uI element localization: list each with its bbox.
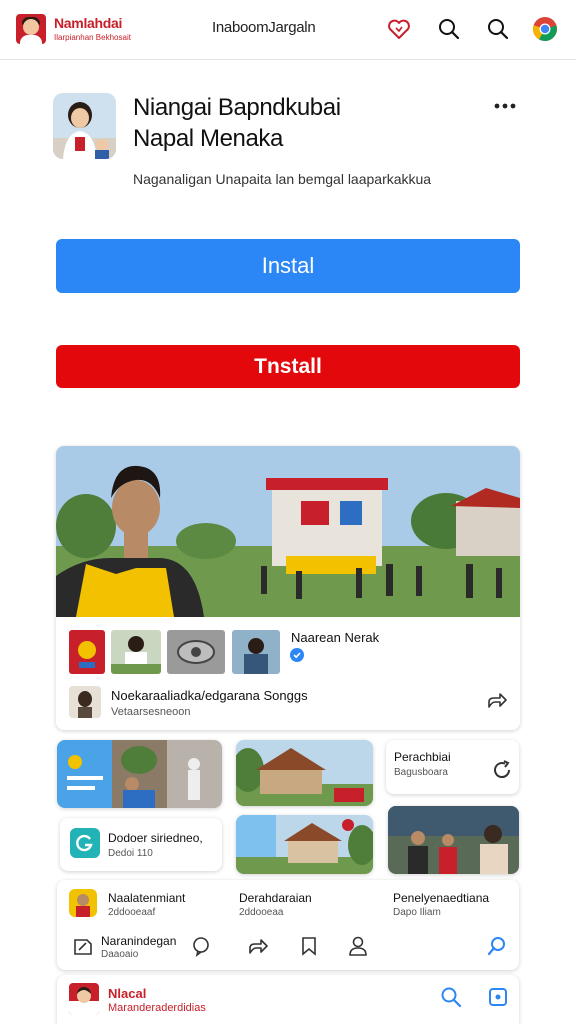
- column-subtitle: 2ddooeaaf: [108, 907, 156, 918]
- avatar[interactable]: [69, 889, 97, 917]
- feature-card[interactable]: Naarean Nerak Noekaraaliadka/edgarana So…: [56, 446, 520, 730]
- grid-card[interactable]: Perachbiai Bagusboara: [386, 740, 519, 794]
- column-title[interactable]: Naalatenmiant: [108, 891, 185, 905]
- search-icon[interactable]: [485, 934, 509, 958]
- search-icon[interactable]: [436, 16, 462, 42]
- nav-label[interactable]: Naranindegan: [101, 934, 176, 948]
- list-item-subtitle: Vetaarsesneoon: [111, 706, 191, 718]
- brand-name[interactable]: Namlahdai: [54, 15, 122, 31]
- search-icon[interactable]: [485, 16, 511, 42]
- strip-title: Naarean Nerak: [291, 630, 380, 645]
- thumbnail[interactable]: [69, 630, 105, 674]
- grid-card[interactable]: Dodoer siriedneo, Dedoi 110: [60, 818, 222, 871]
- search-icon[interactable]: [439, 985, 463, 1009]
- thumbnail[interactable]: [167, 630, 225, 674]
- share-icon[interactable]: [486, 689, 508, 711]
- chrome-icon[interactable]: [532, 16, 558, 42]
- list-item-title[interactable]: Noekaraaliadka/edgarana Songgs: [111, 688, 308, 703]
- bookmark-icon[interactable]: [297, 934, 321, 958]
- edit-icon[interactable]: [71, 934, 95, 958]
- card-title: Perachbiai: [394, 750, 451, 764]
- more-options-icon[interactable]: [490, 96, 520, 116]
- refresh-icon[interactable]: [490, 758, 511, 779]
- column-subtitle: Dapo Iliam: [393, 907, 441, 918]
- app-grid-icon[interactable]: [486, 985, 510, 1009]
- column-title[interactable]: Penelyenaedtiana: [393, 891, 489, 905]
- app-badge-icon: [70, 828, 100, 858]
- app-title-line2: Napal Menaka: [133, 125, 283, 152]
- install-button[interactable]: Instal: [56, 239, 520, 293]
- avatar[interactable]: [69, 686, 101, 718]
- app-icon: [53, 93, 116, 159]
- card-subtitle: Bagusboara: [394, 767, 448, 778]
- page-title: InaboomJargaln: [212, 19, 316, 36]
- top-bar: Namlahdai Ilarpianhan Bekhosait InaboomJ…: [0, 0, 576, 60]
- footer-title[interactable]: Nlacal: [108, 986, 146, 1001]
- heart-icon[interactable]: [386, 16, 412, 42]
- app-title: Niangai Bapndkubai Napal Menaka: [133, 92, 341, 154]
- share-icon[interactable]: [247, 934, 271, 958]
- footer-bar: Nlacal Maranderaderdidias: [57, 975, 519, 1024]
- verified-icon: [290, 648, 304, 662]
- app-description: Naganaligan Unapaita lan bemgal laaparka…: [133, 171, 432, 187]
- install-button-secondary[interactable]: Tnstall: [56, 345, 520, 388]
- footer-subtitle: Maranderaderdidias: [108, 1002, 206, 1014]
- grid-card[interactable]: [388, 806, 519, 874]
- app-title-line1: Niangai Bapndkubai: [133, 94, 341, 121]
- chat-icon[interactable]: [189, 934, 213, 958]
- grid-card[interactable]: [57, 740, 222, 808]
- brand-logo[interactable]: [16, 14, 46, 44]
- column-title[interactable]: Derahdaraian: [239, 891, 312, 905]
- info-panel: Naalatenmiant 2ddooeaaf Derahdaraian 2dd…: [57, 880, 519, 970]
- thumbnail[interactable]: [232, 630, 280, 674]
- card-subtitle: Dedoi 110: [108, 848, 153, 859]
- grid-card[interactable]: [236, 740, 373, 806]
- profile-icon[interactable]: [346, 934, 370, 958]
- brand-tagline: Ilarpianhan Bekhosait: [54, 33, 131, 42]
- feature-photo[interactable]: [56, 446, 520, 617]
- avatar[interactable]: [69, 983, 99, 1015]
- thumbnail[interactable]: [111, 630, 161, 674]
- card-title: Dodoer siriedneo,: [108, 831, 203, 845]
- nav-sublabel: Daaoaio: [101, 949, 139, 960]
- column-subtitle: 2ddooeaa: [239, 907, 284, 918]
- grid-card[interactable]: [236, 815, 373, 874]
